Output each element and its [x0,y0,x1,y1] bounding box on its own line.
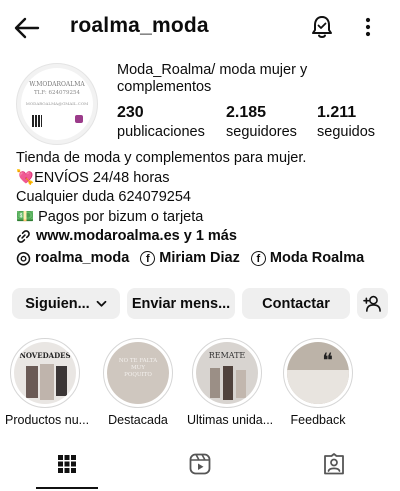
avatar-logo: W.MODAROALMA TLF: 624079254 MODAROALMA@G… [21,68,93,140]
top-bar: roalma_moda [0,0,400,56]
highlight-label: Ultimas unida... [187,413,274,427]
social-links: roalma_moda f Miriam Diaz f Moda Roalma [16,250,375,266]
clothing-image [210,368,220,398]
message-button[interactable]: Enviar mens... [127,288,235,319]
bio-link-text[interactable]: www.modaroalma.es y 1 más [36,227,237,247]
profile-display-name: Moda_Roalma/ moda mujer y complementos [117,62,308,95]
clothing-image [236,370,246,398]
tagged-icon [324,453,344,475]
reels-icon [189,453,211,475]
grid-icon [58,455,76,473]
following-button[interactable]: Siguien... [12,288,120,319]
highlight-cover-text: NOVEDADES [19,351,71,360]
highlight-cover: ❝ [287,342,349,404]
bio-line-3: Cualquier duda 624079254 [16,189,191,205]
bio-payment-text: Pagos por bizum o tarjeta [38,208,204,225]
cover-background [287,370,349,404]
followers-label[interactable]: seguidores [226,124,297,140]
avatar-line-2: TLF: 624079254 [33,90,81,96]
bio-line-1: Tienda de moda y complementos para mujer… [16,150,307,166]
facebook-icon: f [250,250,266,266]
following-label[interactable]: seguidos [317,124,375,140]
profile-tabs [0,440,400,491]
bio-link[interactable]: www.modaroalma.es y 1 más [16,227,386,247]
bio-shipping-text: ENVÍOS 24/48 horas [34,169,170,186]
social-facebook-2[interactable]: f Moda Roalma [250,250,364,266]
avatar-line-1: W.MODAROALMA [29,81,85,88]
highlight-label: Feedback [290,413,346,427]
highlight-ring: ❝ [283,338,353,408]
tab-grid[interactable] [35,440,99,488]
highlight-destacada[interactable]: NO TE FALTA MUY POQUITO Destacada [98,338,178,427]
social-threads-label[interactable]: roalma_moda [35,250,129,266]
add-person-icon [363,295,381,312]
highlight-cover-text: NO TE FALTA MUY POQUITO [118,358,158,378]
highlight-feedback[interactable]: ❝ Feedback [278,338,358,427]
notification-bell-icon[interactable] [309,13,335,41]
highlight-ring: NO TE FALTA MUY POQUITO [103,338,173,408]
following-button-label: Siguien... [25,295,90,312]
social-facebook-1-label[interactable]: Miriam Diaz [159,250,240,266]
money-emoji-icon: 💵 [16,208,35,225]
instagram-icon [75,115,83,123]
active-tab-indicator [36,487,98,489]
qr-code-icon [32,115,42,127]
posts-label[interactable]: publicaciones [117,124,205,140]
highlight-ring: NOVEDADES [10,338,80,408]
avatar-line-3: MODAROALMA@GMAIL.COM [25,101,89,106]
social-threads[interactable]: roalma_moda [16,250,129,266]
posts-count[interactable]: 230 [117,104,144,122]
highlight-cover: NO TE FALTA MUY POQUITO [107,342,169,404]
profile-username: roalma_moda [70,14,209,37]
back-arrow-icon[interactable] [12,14,42,42]
quote-icon: ❝ [322,348,333,372]
facebook-icon: f [140,250,156,266]
clothing-image [40,364,54,400]
bio-line-4: 💵 Pagos por bizum o tarjeta [16,208,386,228]
bio-line-2: 💘ENVÍOS 24/48 horas [16,169,386,189]
social-facebook-1[interactable]: f Miriam Diaz [140,250,240,266]
clothing-image [56,366,67,396]
highlight-cover: NOVEDADES [14,342,76,404]
highlight-ultimas-unidades[interactable]: REMATE Ultimas unida... [187,338,274,427]
followers-count[interactable]: 2.185 [226,104,266,122]
social-facebook-2-label[interactable]: Moda Roalma [270,250,364,266]
link-icon [17,230,30,244]
contact-button[interactable]: Contactar [242,288,350,319]
clothing-image [26,366,38,398]
highlight-label: Productos nu... [5,413,90,427]
tab-tagged[interactable] [302,440,366,488]
highlight-cover: REMATE [196,342,258,404]
heart-emoji-icon: 💘 [16,169,35,186]
highlight-cover-text: REMATE [208,351,246,360]
highlight-label: Destacada [108,413,168,427]
add-person-button[interactable] [357,288,388,319]
more-vertical-icon[interactable] [358,13,378,41]
tab-reels[interactable] [168,440,232,488]
clothing-image [223,366,233,400]
profile-bio: Tienda de moda y complementos para mujer… [16,149,386,247]
profile-avatar[interactable]: W.MODAROALMA TLF: 624079254 MODAROALMA@G… [16,63,98,145]
chevron-down-icon [96,300,107,307]
following-count[interactable]: 1.211 [317,104,356,122]
threads-icon [16,251,31,265]
highlight-ring: REMATE [192,338,262,408]
highlight-productos-nuevos[interactable]: NOVEDADES Productos nu... [5,338,90,427]
